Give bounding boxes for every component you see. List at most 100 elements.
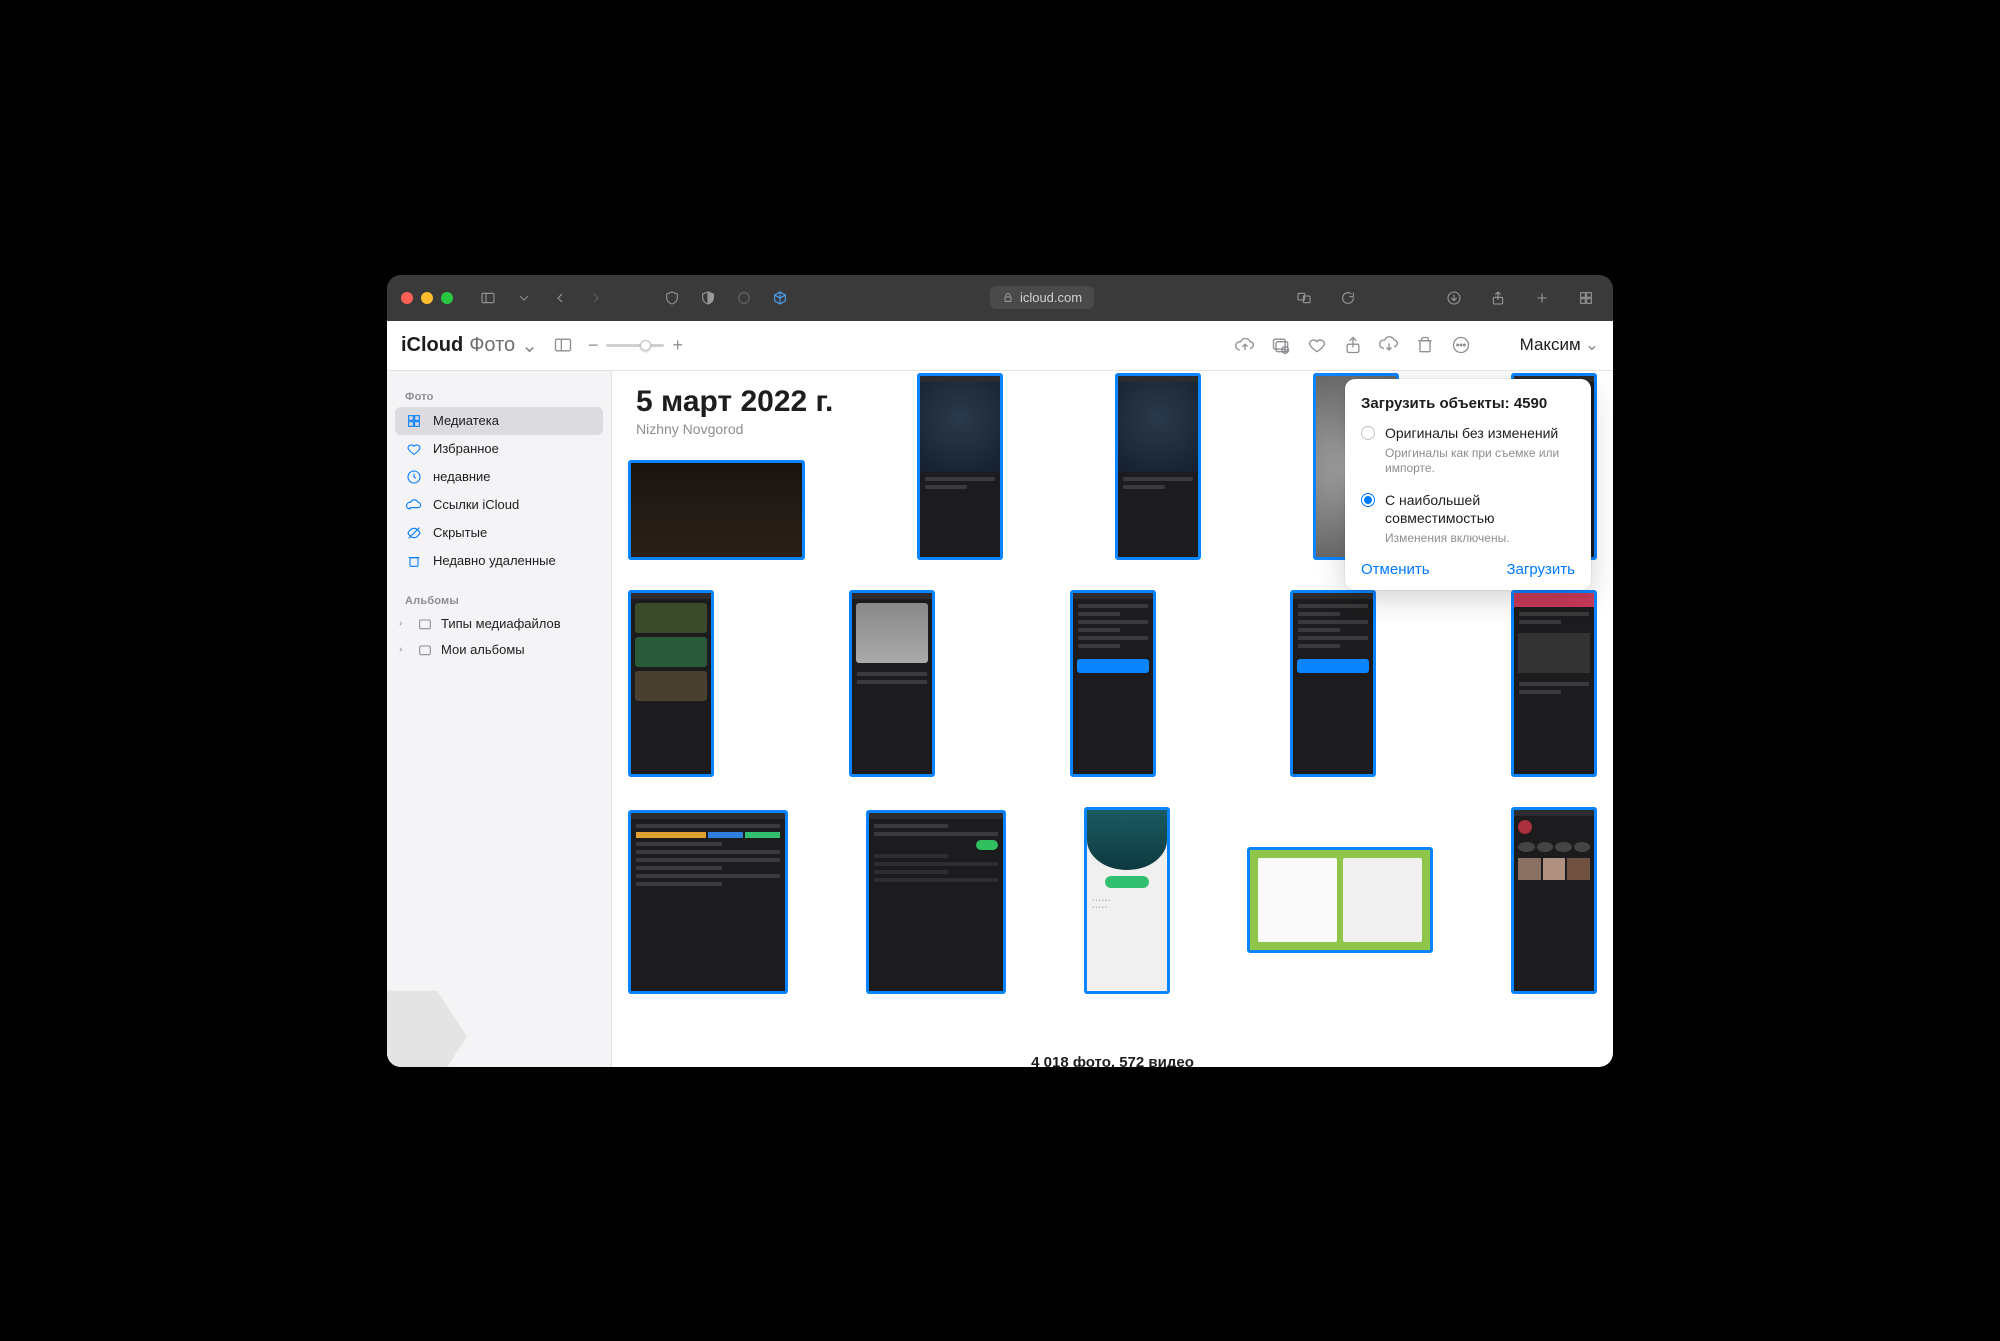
zoom-out-icon[interactable]: − <box>588 335 599 356</box>
shield-icon[interactable] <box>659 285 685 311</box>
folder-icon <box>417 616 433 632</box>
trash-icon[interactable] <box>1414 334 1436 356</box>
sidebar-item-label: недавние <box>433 469 491 484</box>
more-icon[interactable] <box>1450 334 1472 356</box>
option-description: Оригиналы как при съемке или импорте. <box>1385 446 1575 477</box>
download-icon[interactable] <box>1441 285 1467 311</box>
app-title[interactable]: iCloud Фото ⌄ <box>401 333 538 358</box>
sidebar-section-albums: Альбомы <box>395 589 603 611</box>
zoom-slider[interactable]: − + <box>588 335 683 356</box>
photo-thumbnail[interactable] <box>628 460 805 560</box>
share-icon[interactable] <box>1485 285 1511 311</box>
zoom-in-icon[interactable]: + <box>672 335 683 356</box>
photo-thumbnail[interactable] <box>628 590 714 777</box>
clock-icon <box>405 468 423 486</box>
product-label: Фото <box>469 334 515 357</box>
user-name-label: Максим <box>1520 335 1581 355</box>
location-label: Nizhny Novgorod <box>636 421 833 437</box>
close-window-button[interactable] <box>401 292 413 304</box>
export-icon[interactable] <box>1342 334 1364 356</box>
app-main: Фото Медиатека Избранное недавние Ссылки… <box>387 371 1613 1067</box>
photo-thumbnail[interactable] <box>917 373 1003 560</box>
cube-icon[interactable] <box>767 285 793 311</box>
sidebar-item-hidden[interactable]: Скрытые <box>395 519 603 547</box>
photo-thumbnail[interactable] <box>849 590 935 777</box>
sidebar-item-label: Мои альбомы <box>441 642 525 657</box>
url-host: icloud.com <box>1020 290 1082 305</box>
sidebar-item-icloud-links[interactable]: Ссылки iCloud <box>395 491 603 519</box>
cloud-icon <box>405 496 423 514</box>
content-area: 5 март 2022 г. Nizhny Novgorod 590 нить … <box>612 371 1613 1067</box>
folder-icon <box>417 642 433 658</box>
photo-thumbnail[interactable] <box>1290 590 1376 777</box>
sidebar-section-photos: Фото <box>395 385 603 407</box>
chevron-down-icon: ⌄ <box>521 333 538 358</box>
minimize-window-button[interactable] <box>421 292 433 304</box>
photo-thumbnail[interactable] <box>1070 590 1156 777</box>
back-button[interactable] <box>547 285 573 311</box>
option-label: С наибольшей совместимостью <box>1385 491 1575 527</box>
account-menu[interactable]: Максим ⌄ <box>1520 335 1599 355</box>
zoom-thumb[interactable] <box>640 340 651 351</box>
eye-off-icon <box>405 524 423 542</box>
photo-thumbnail[interactable] <box>1511 807 1597 994</box>
photo-thumbnail[interactable] <box>1247 847 1433 953</box>
brand-label: iCloud <box>401 334 463 357</box>
extension-icon[interactable] <box>731 285 757 311</box>
download-popover: Загрузить объекты: 4590 Оригиналы без из… <box>1345 379 1591 590</box>
icloud-photos-app: iCloud Фото ⌄ − + Максим ⌄ <box>387 321 1613 1067</box>
photo-thumbnail[interactable] <box>628 810 788 994</box>
chevron-right-icon: › <box>399 644 409 655</box>
download-button[interactable]: Загрузить <box>1507 561 1576 578</box>
date-header: 5 март 2022 г. <box>636 385 833 419</box>
download-option-compatible[interactable]: С наибольшей совместимостью <box>1361 491 1575 527</box>
zoom-track[interactable] <box>606 344 664 347</box>
browser-window: icloud.com iCloud Фото ⌄ − + <box>387 275 1613 1067</box>
sidebar-item-recents[interactable]: недавние <box>395 463 603 491</box>
new-tab-icon[interactable] <box>1529 285 1555 311</box>
library-stats: 4 018 фото, 572 видео <box>612 1044 1613 1067</box>
address-bar[interactable]: icloud.com <box>990 286 1094 309</box>
download-cloud-icon[interactable] <box>1378 334 1400 356</box>
sidebar-item-label: Избранное <box>433 441 499 456</box>
sidebar-item-library[interactable]: Медиатека <box>395 407 603 435</box>
app-toolbar: iCloud Фото ⌄ − + Максим ⌄ <box>387 321 1613 371</box>
privacy-half-icon[interactable] <box>695 285 721 311</box>
radio-icon[interactable] <box>1361 493 1375 507</box>
zoom-window-button[interactable] <box>441 292 453 304</box>
sidebar-toggle-icon[interactable] <box>475 285 501 311</box>
photo-thumbnail[interactable]: • • • • • •• • • • • <box>1084 807 1170 994</box>
favorite-icon[interactable] <box>1306 334 1328 356</box>
sidebar-item-label: Скрытые <box>433 525 487 540</box>
sidebar-item-label: Типы медиафайлов <box>441 616 561 631</box>
download-option-originals[interactable]: Оригиналы без изменений <box>1361 424 1575 442</box>
sidebar-album-my-albums[interactable]: › Мои альбомы <box>395 637 603 663</box>
trash-icon <box>405 552 423 570</box>
cancel-button[interactable]: Отменить <box>1361 561 1430 578</box>
chevron-down-icon[interactable] <box>511 285 537 311</box>
reload-icon[interactable] <box>1335 285 1361 311</box>
tabs-grid-icon[interactable] <box>1573 285 1599 311</box>
sidebar-item-label: Медиатека <box>433 413 499 428</box>
photo-thumbnail[interactable] <box>866 810 1006 994</box>
sidebar-item-recently-deleted[interactable]: Недавно удаленные <box>395 547 603 575</box>
chevron-down-icon: ⌄ <box>1585 335 1599 355</box>
heart-icon <box>405 440 423 458</box>
forward-button[interactable] <box>583 285 609 311</box>
sidebar-item-favorites[interactable]: Избранное <box>395 435 603 463</box>
translate-icon[interactable] <box>1291 285 1317 311</box>
radio-icon[interactable] <box>1361 426 1375 440</box>
browser-chrome: icloud.com <box>387 275 1613 321</box>
traffic-lights <box>401 292 453 304</box>
photo-thumbnail[interactable] <box>1115 373 1201 560</box>
option-label: Оригиналы без изменений <box>1385 424 1558 442</box>
upload-cloud-icon[interactable] <box>1234 334 1256 356</box>
sidebar-item-label: Ссылки iCloud <box>433 497 519 512</box>
sidebar-album-media-types[interactable]: › Типы медиафайлов <box>395 611 603 637</box>
library-icon <box>405 412 423 430</box>
add-to-album-icon[interactable] <box>1270 334 1292 356</box>
layout-toggle-icon[interactable] <box>552 334 574 356</box>
photo-thumbnail[interactable] <box>1511 590 1597 777</box>
option-description: Изменения включены. <box>1385 531 1575 547</box>
popover-title: Загрузить объекты: 4590 <box>1361 395 1575 412</box>
